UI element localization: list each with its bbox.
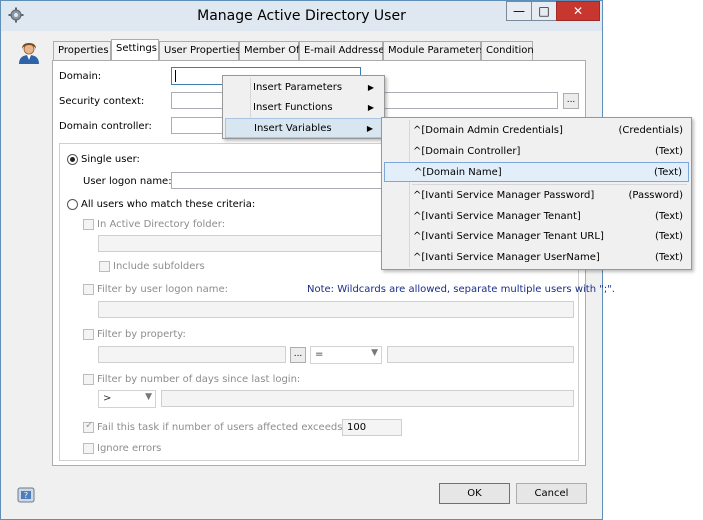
variable-name: ^[Ivanti Service Manager Tenant URL] bbox=[413, 231, 604, 242]
close-button[interactable]: ✕ bbox=[556, 1, 600, 21]
ignore-errors-checkbox[interactable] bbox=[83, 443, 94, 454]
submenu-arrow-icon: ▶ bbox=[366, 124, 373, 133]
all-users-label: All users who match these criteria: bbox=[81, 199, 256, 210]
filter-property-label: Filter by property: bbox=[97, 329, 186, 340]
help-icon[interactable]: ? bbox=[17, 486, 35, 504]
menu-item-insert-functions[interactable]: Insert Functions ▶ bbox=[225, 98, 382, 118]
property-browse-button[interactable]: ... bbox=[290, 347, 306, 363]
single-user-label: Single user: bbox=[81, 154, 140, 165]
tab-properties[interactable]: Properties bbox=[53, 41, 111, 61]
domain-label: Domain: bbox=[59, 71, 102, 82]
folder-input[interactable] bbox=[98, 235, 383, 252]
tab-user-properties[interactable]: User Properties bbox=[159, 41, 241, 61]
variable-name: ^[Domain Name] bbox=[414, 167, 502, 178]
variable-name: ^[Ivanti Service Manager Password] bbox=[413, 190, 595, 201]
variable-name: ^[Domain Admin Credentials] bbox=[413, 125, 563, 136]
include-subfolders-checkbox[interactable] bbox=[99, 261, 110, 272]
chevron-down-icon: ▼ bbox=[371, 348, 378, 358]
variable-name: ^[Ivanti Service Manager Tenant] bbox=[413, 211, 581, 222]
tab-module-parameters[interactable]: Module Parameters bbox=[383, 41, 485, 61]
single-user-radio[interactable] bbox=[67, 154, 78, 165]
all-users-radio[interactable] bbox=[67, 199, 78, 210]
minimize-button[interactable]: — bbox=[506, 1, 532, 21]
variable-name: ^[Domain Controller] bbox=[413, 146, 521, 157]
domain-controller-label: Domain controller: bbox=[59, 121, 152, 132]
fail-threshold-input[interactable]: 100 bbox=[342, 419, 402, 436]
filter-logon-label: Filter by user logon name: bbox=[97, 284, 228, 295]
svg-text:?: ? bbox=[24, 491, 28, 500]
variable-type: (Text) bbox=[654, 146, 683, 157]
variable-item-highlighted[interactable]: ^[Domain Name] (Text) bbox=[384, 162, 689, 182]
maximize-button[interactable]: □ bbox=[531, 1, 557, 21]
variable-item[interactable]: ^[Ivanti Service Manager UserName] (Text… bbox=[384, 248, 689, 268]
wildcard-note: Note: Wildcards are allowed, separate mu… bbox=[307, 284, 615, 295]
fail-task-checkbox[interactable] bbox=[83, 420, 94, 433]
title-bar: Manage Active Directory User — □ ✕ bbox=[1, 1, 602, 31]
submenu-arrow-icon: ▶ bbox=[367, 103, 374, 112]
days-operator-value: > bbox=[103, 393, 112, 404]
tab-condition[interactable]: Condition bbox=[481, 41, 534, 61]
tab-settings[interactable]: Settings bbox=[111, 39, 159, 61]
include-subfolders-label: Include subfolders bbox=[113, 261, 205, 272]
user-logon-name-label: User logon name: bbox=[83, 176, 172, 187]
menu-item-label: Insert Variables bbox=[254, 123, 332, 134]
tab-bar: Properties Settings User Properties Memb… bbox=[53, 39, 534, 61]
filter-days-label: Filter by number of days since last logi… bbox=[97, 374, 301, 385]
variable-type: (Text) bbox=[654, 211, 683, 222]
filter-logon-checkbox[interactable] bbox=[83, 284, 94, 295]
variable-type: (Password) bbox=[628, 190, 683, 201]
property-value-input[interactable] bbox=[387, 346, 574, 363]
text-cursor bbox=[175, 70, 176, 82]
variable-type: (Credentials) bbox=[618, 125, 683, 136]
variable-type: (Text) bbox=[654, 252, 683, 263]
in-folder-label: In Active Directory folder: bbox=[97, 219, 226, 230]
variable-item[interactable]: ^[Ivanti Service Manager Tenant] (Text) bbox=[384, 207, 689, 227]
fail-task-label: Fail this task if number of users affect… bbox=[97, 422, 346, 433]
menu-separator bbox=[412, 184, 687, 185]
filter-days-checkbox[interactable] bbox=[83, 374, 94, 385]
variable-item[interactable]: ^[Ivanti Service Manager Tenant URL] (Te… bbox=[384, 227, 689, 247]
filter-logon-input[interactable] bbox=[98, 301, 574, 318]
security-context-browse-button[interactable]: ... bbox=[563, 93, 579, 109]
menu-item-label: Insert Functions bbox=[253, 102, 333, 113]
filter-property-checkbox[interactable] bbox=[83, 329, 94, 340]
variable-type: (Text) bbox=[654, 231, 683, 242]
cancel-button[interactable]: Cancel bbox=[516, 483, 587, 504]
days-operator-select[interactable]: > ▼ bbox=[98, 390, 156, 408]
variable-type: (Text) bbox=[653, 167, 682, 178]
submenu-arrow-icon: ▶ bbox=[367, 83, 374, 92]
in-folder-checkbox[interactable] bbox=[83, 219, 94, 230]
variable-item[interactable]: ^[Ivanti Service Manager Password] (Pass… bbox=[384, 186, 689, 206]
ok-button[interactable]: OK bbox=[439, 483, 510, 504]
variable-item[interactable]: ^[Domain Controller] (Text) bbox=[384, 142, 689, 162]
property-operator-value: = bbox=[315, 349, 324, 360]
context-menu: Insert Parameters ▶ Insert Functions ▶ I… bbox=[222, 75, 385, 139]
chevron-down-icon: ▼ bbox=[145, 392, 152, 402]
property-name-input[interactable] bbox=[98, 346, 286, 363]
variables-submenu: ^[Domain Admin Credentials] (Credentials… bbox=[381, 117, 692, 270]
menu-item-insert-variables[interactable]: Insert Variables ▶ bbox=[225, 118, 382, 138]
tab-member-of[interactable]: Member Of bbox=[239, 41, 300, 61]
ignore-errors-label: Ignore errors bbox=[97, 443, 162, 454]
menu-item-label: Insert Parameters bbox=[253, 82, 343, 93]
variable-item[interactable]: ^[Domain Admin Credentials] (Credentials… bbox=[384, 121, 689, 141]
variable-name: ^[Ivanti Service Manager UserName] bbox=[413, 252, 600, 263]
security-context-label: Security context: bbox=[59, 96, 145, 107]
user-logon-name-input[interactable] bbox=[171, 172, 383, 189]
days-input[interactable] bbox=[161, 390, 574, 407]
user-avatar-icon bbox=[17, 41, 41, 65]
fail-threshold-value: 100 bbox=[347, 422, 367, 433]
property-operator-select[interactable]: = ▼ bbox=[310, 346, 382, 364]
menu-item-insert-parameters[interactable]: Insert Parameters ▶ bbox=[225, 78, 382, 98]
tab-email-addresses[interactable]: E-mail Addresses bbox=[299, 41, 390, 61]
